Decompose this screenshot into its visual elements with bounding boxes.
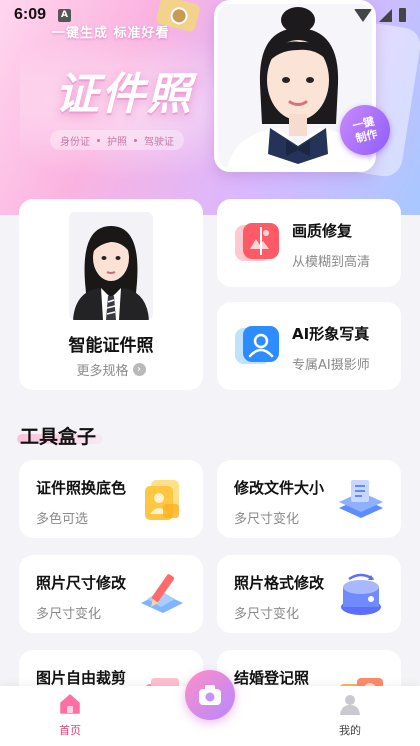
- tab-me-label: 我的: [339, 724, 361, 737]
- more-specs-label: 更多规格: [76, 364, 129, 379]
- ai-portrait-card[interactable]: AI形象写真 专属AI摄影师: [217, 302, 401, 390]
- tool-title: 修改文件大小: [234, 479, 325, 497]
- status-bar: 6:09 A: [0, 0, 420, 30]
- feature-subtitle: 从模糊到高清: [292, 255, 371, 270]
- tag-separator: [97, 138, 100, 142]
- id-photo-sample: [69, 212, 153, 320]
- format-convert-icon: [335, 569, 387, 621]
- person-icon: [338, 692, 362, 716]
- tool-card-background-change[interactable]: 证件照换底色 多色可选: [19, 460, 203, 538]
- tab-home-label: 首页: [59, 724, 81, 737]
- id-photo-stack-icon: [137, 474, 189, 526]
- ai-portrait-icon: [235, 324, 279, 368]
- wifi-icon: [354, 8, 372, 22]
- hero-tag: 驾驶证: [144, 136, 174, 148]
- image-repair-icon: [235, 221, 279, 265]
- feature-subtitle: 专属AI摄影师: [292, 358, 370, 373]
- chevron-right-icon: ›: [132, 363, 146, 376]
- tool-card-photo-size[interactable]: 照片尺寸修改 多尺寸变化: [19, 555, 203, 633]
- tool-title: 照片尺寸修改: [36, 574, 127, 592]
- image-repair-card[interactable]: 画质修复 从模糊到高清: [217, 199, 401, 287]
- tab-home[interactable]: 首页: [40, 692, 100, 738]
- tool-subtitle: 多尺寸变化: [36, 607, 102, 622]
- status-icons: [354, 8, 406, 22]
- hero-tag: 护照: [107, 136, 127, 148]
- ruler-pencil-icon: [137, 569, 189, 621]
- feature-title: 画质修复: [292, 222, 353, 240]
- tool-title: 照片格式修改: [234, 574, 325, 592]
- feature-title: AI形象写真: [292, 325, 370, 343]
- toolbox-section-title: 工具盒子: [20, 426, 97, 448]
- tool-subtitle: 多尺寸变化: [234, 512, 300, 527]
- tool-title: 结婚登记照: [234, 669, 310, 687]
- file-layers-icon: [335, 474, 387, 526]
- tool-card-photo-format[interactable]: 照片格式修改 多尺寸变化: [217, 555, 401, 633]
- tool-title: 图片自由裁剪: [36, 669, 127, 687]
- tag-separator: [134, 138, 137, 142]
- home-icon: [58, 692, 82, 716]
- signal-icon: [379, 8, 392, 22]
- hero-tags: 身份证 护照 驾驶证: [50, 130, 184, 150]
- tool-title: 证件照换底色: [36, 479, 127, 497]
- hero-tag: 身份证: [60, 136, 90, 148]
- tool-card-file-size[interactable]: 修改文件大小 多尺寸变化: [217, 460, 401, 538]
- status-time: 6:09: [14, 6, 47, 23]
- card-title: 智能证件照: [68, 336, 154, 356]
- tab-me[interactable]: 我的: [320, 692, 380, 738]
- more-specs-link[interactable]: 更多规格 ›: [19, 360, 203, 379]
- camera-fab-button[interactable]: [185, 670, 235, 720]
- tool-subtitle: 多色可选: [36, 512, 89, 527]
- hero-title: 证件照: [55, 69, 193, 120]
- smart-id-photo-card[interactable]: 智能证件照 更多规格 ›: [19, 199, 203, 390]
- battery-icon: [399, 8, 406, 22]
- camera-icon: [199, 685, 221, 705]
- tool-subtitle: 多尺寸变化: [234, 607, 300, 622]
- hero-banner[interactable]: 一键生成 标准好看 证件照 身份证 护照 驾驶证 一键 制作: [0, 0, 420, 215]
- id-photo-illustration: [69, 212, 153, 320]
- notification-icon: A: [58, 8, 72, 22]
